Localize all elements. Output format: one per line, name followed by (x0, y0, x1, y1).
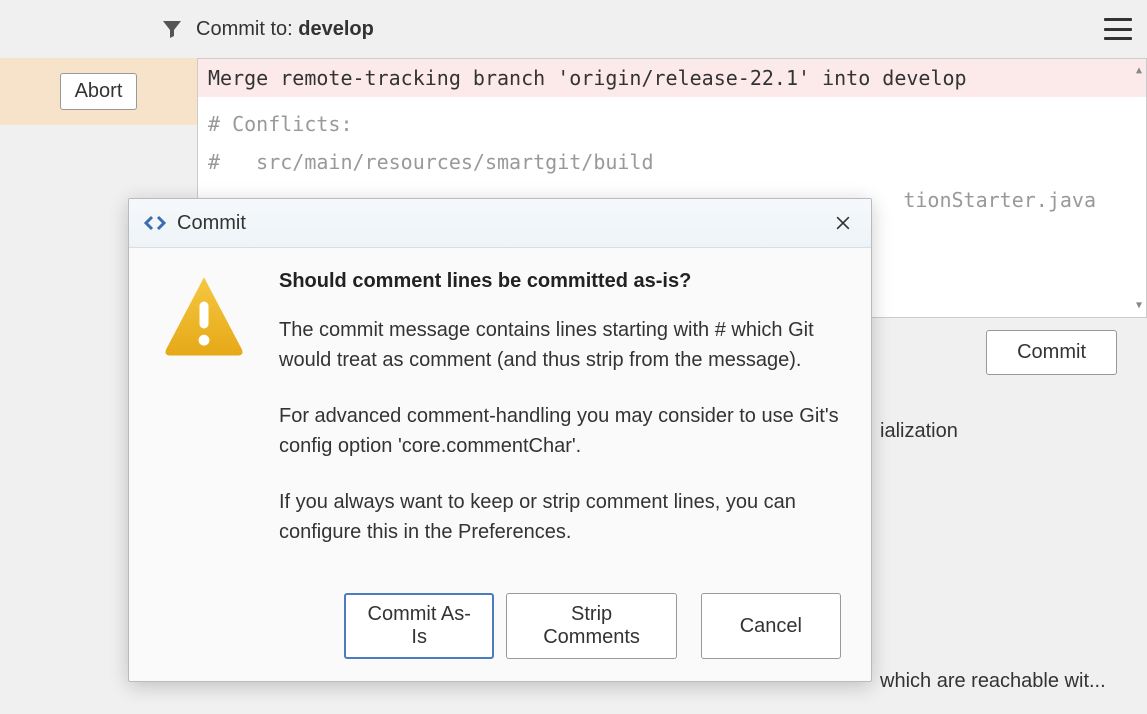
dialog-title: Commit (177, 212, 246, 235)
strip-comments-button[interactable]: Strip Comments (506, 593, 676, 659)
dialog-paragraph: The commit message contains lines starti… (279, 315, 841, 375)
dialog-content: Should comment lines be committed as-is?… (279, 270, 841, 573)
dialog-paragraph: For advanced comment-handling you may co… (279, 401, 841, 461)
dialog-heading: Should comment lines be committed as-is? (279, 270, 841, 293)
warning-icon (159, 270, 249, 573)
dialog-body: Should comment lines be committed as-is?… (129, 248, 871, 583)
dialog-paragraph: If you always want to keep or strip comm… (279, 487, 841, 547)
cancel-button[interactable]: Cancel (701, 593, 841, 659)
dialog-titlebar: Commit (129, 199, 871, 248)
commit-dialog: Commit Sh (128, 198, 872, 682)
close-icon[interactable] (829, 209, 857, 237)
dialog-overlay: Commit Sh (0, 0, 1147, 714)
commit-as-is-button[interactable]: Commit As-Is (344, 593, 494, 659)
code-icon (143, 211, 167, 235)
dialog-button-row: Commit As-Is Strip Comments Cancel (314, 583, 871, 681)
